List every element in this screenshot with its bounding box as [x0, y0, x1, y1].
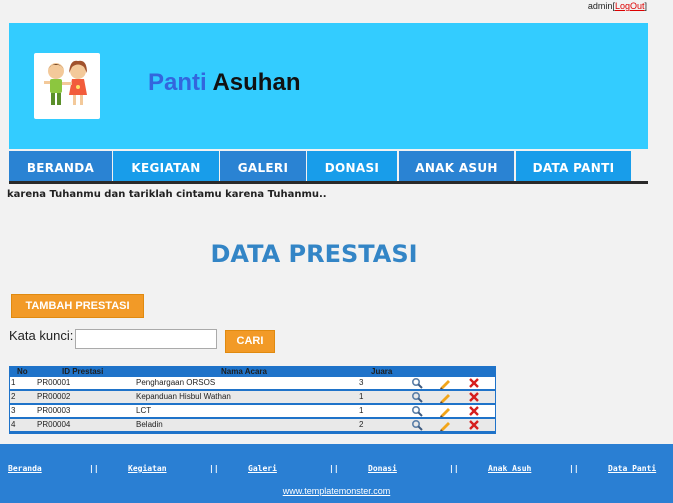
cell-nama-acara: Penghargaan ORSOS [136, 378, 216, 387]
cell-id: PR00004 [37, 420, 71, 429]
search-button[interactable]: CARI [225, 330, 275, 353]
cell-juara: 2 [359, 420, 364, 429]
add-prestasi-button[interactable]: TAMBAH PRESTASI [11, 294, 144, 318]
x-delete-icon[interactable] [468, 377, 480, 389]
site-title: Panti Asuhan [148, 69, 300, 97]
col-header-id: ID Prestasi [62, 367, 104, 376]
cell-juara: 3 [359, 378, 364, 387]
pencil-icon[interactable] [439, 405, 451, 417]
logout-link[interactable]: LogOut [615, 1, 645, 11]
footer-separator: || [329, 464, 339, 473]
footer-separator: || [89, 464, 99, 473]
table-row: 2 PR00002 Kepanduan Hisbul Wathan 1 [10, 391, 495, 403]
footer-link-kegiatan[interactable]: Kegiatan [128, 464, 167, 473]
username: admin [587, 1, 613, 11]
x-delete-icon[interactable] [468, 419, 480, 431]
cell-nama-acara: Kepanduan Hisbul Wathan [136, 392, 231, 401]
user-bar: admin[LogOut] [587, 1, 647, 11]
nav-donasi[interactable]: DONASI [307, 151, 397, 181]
footer-link-galeri[interactable]: Galeri [248, 464, 277, 473]
running-text: karena Tuhanmu dan tariklah cintamu kare… [7, 189, 327, 200]
nav-kegiatan[interactable]: KEGIATAN [113, 151, 219, 181]
col-header-juara: Juara [371, 367, 393, 376]
cell-juara: 1 [359, 406, 364, 415]
footer-credit-link[interactable]: www.templatemonster.com [0, 486, 673, 496]
search-input[interactable] [75, 329, 217, 349]
footer-link-beranda[interactable]: Beranda [8, 464, 42, 473]
children-logo [34, 53, 100, 119]
search-label: Kata kunci: [9, 328, 74, 343]
nav-data-panti[interactable]: DATA PANTI [516, 151, 631, 181]
cell-nama-acara: Beladin [136, 420, 163, 429]
col-header-nama-acara: Nama Acara [221, 367, 267, 376]
pencil-icon[interactable] [439, 391, 451, 403]
table-row: 3 PR00003 LCT 1 [10, 405, 495, 417]
cell-id: PR00002 [37, 392, 71, 401]
nav-beranda[interactable]: BERANDA [9, 151, 112, 181]
magnifier-icon[interactable] [411, 419, 423, 431]
main-nav: BERANDA KEGIATAN GALERI DONASI ANAK ASUH… [9, 151, 648, 184]
pencil-icon[interactable] [439, 419, 451, 431]
footer: Beranda || Kegiatan || Galeri || Donasi … [0, 444, 673, 503]
col-header-no: No [17, 367, 28, 376]
nav-anak-asuh[interactable]: ANAK ASUH [399, 151, 514, 181]
table-row: 1 PR00001 Penghargaan ORSOS 3 [10, 377, 495, 389]
prestasi-table: No ID Prestasi Nama Acara Juara 1 PR0000… [9, 366, 496, 434]
cell-juara: 1 [359, 392, 364, 401]
cell-id: PR00003 [37, 406, 71, 415]
page-title: DATA PRESTASI [210, 240, 418, 268]
footer-link-anak-asuh[interactable]: Anak Asuh [488, 464, 531, 473]
cell-nama-acara: LCT [136, 406, 152, 415]
footer-separator: || [569, 464, 579, 473]
site-title-part1: Panti [148, 69, 207, 96]
footer-separator: || [209, 464, 219, 473]
nav-galeri[interactable]: GALERI [220, 151, 306, 181]
x-delete-icon[interactable] [468, 405, 480, 417]
table-row: 4 PR00004 Beladin 2 [10, 419, 495, 431]
cell-id: PR00001 [37, 378, 71, 387]
cell-no: 3 [11, 406, 16, 415]
magnifier-icon[interactable] [411, 391, 423, 403]
cell-no: 1 [11, 378, 16, 387]
site-title-part2: Asuhan [212, 69, 301, 96]
footer-separator: || [449, 464, 459, 473]
pencil-icon[interactable] [439, 377, 451, 389]
magnifier-icon[interactable] [411, 405, 423, 417]
x-delete-icon[interactable] [468, 391, 480, 403]
footer-link-donasi[interactable]: Donasi [368, 464, 397, 473]
cell-no: 4 [11, 420, 16, 429]
magnifier-icon[interactable] [411, 377, 423, 389]
footer-link-data-panti[interactable]: Data Panti [608, 464, 656, 473]
header-banner: Panti Asuhan [9, 23, 648, 149]
cell-no: 2 [11, 392, 16, 401]
